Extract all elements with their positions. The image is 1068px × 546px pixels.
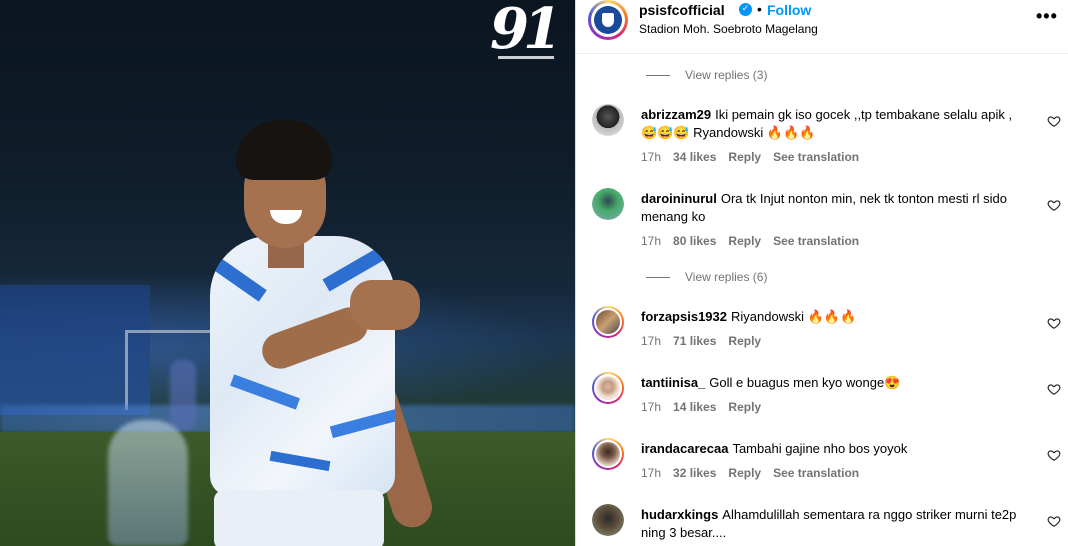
reply-button[interactable]: Reply xyxy=(728,334,761,348)
reply-button[interactable]: Reply xyxy=(728,234,761,248)
comment-likes[interactable]: 80 likes xyxy=(673,234,716,248)
comment-text: Riyandowski 🔥🔥🔥 xyxy=(731,309,857,324)
account-username[interactable]: psisfcofficial xyxy=(639,2,725,18)
comment-meta: 17h 71 likes Reply xyxy=(641,334,773,348)
separator: • xyxy=(757,1,762,17)
comment-username[interactable]: irandacarecaa xyxy=(641,441,728,456)
heart-outline-icon[interactable] xyxy=(1047,448,1061,462)
comment-meta: 17h 34 likes Reply See translation xyxy=(641,150,871,164)
comments-panel: psisfcofficial ✓ • Follow Stadion Moh. S… xyxy=(575,0,1068,546)
comment-likes[interactable]: 71 likes xyxy=(673,334,716,348)
comment-time[interactable]: 17h xyxy=(641,466,661,480)
commenter-avatar[interactable] xyxy=(592,372,624,404)
commenter-avatar[interactable] xyxy=(592,438,624,470)
watermark-mark: 91 xyxy=(490,0,562,62)
reply-button[interactable]: Reply xyxy=(728,400,761,414)
player-shorts xyxy=(214,490,384,546)
comment-time[interactable]: 17h xyxy=(641,234,661,248)
background-player xyxy=(170,360,196,430)
comment-username[interactable]: abrizzam29 xyxy=(641,107,711,122)
comment-time[interactable]: 17h xyxy=(641,334,661,348)
reply-line xyxy=(646,74,670,76)
post-header: psisfcofficial ✓ • Follow Stadion Moh. S… xyxy=(576,0,1068,54)
reply-line xyxy=(646,276,670,278)
comment-meta: 17h 14 likes Reply xyxy=(641,400,773,414)
comment-text: Tambahi gajine nho bos yoyok xyxy=(732,441,908,456)
commenter-avatar[interactable] xyxy=(592,188,624,220)
account-avatar[interactable] xyxy=(588,0,628,40)
comment-username[interactable]: tantiinisa_ xyxy=(641,375,705,390)
reply-button[interactable]: Reply xyxy=(728,466,761,480)
heart-outline-icon[interactable] xyxy=(1047,514,1061,528)
post-photo[interactable]: kubima 91 xyxy=(0,0,575,546)
see-translation-button[interactable]: See translation xyxy=(773,150,859,164)
club-logo-icon xyxy=(594,6,622,34)
comment-username[interactable]: hudarxkings xyxy=(641,507,718,522)
comment-time[interactable]: 17h xyxy=(641,400,661,414)
photographer-watermark-logo: 91 xyxy=(488,0,568,70)
follow-button[interactable]: Follow xyxy=(767,2,811,18)
comment-likes[interactable]: 14 likes xyxy=(673,400,716,414)
reply-button[interactable]: Reply xyxy=(728,150,761,164)
comment-username[interactable]: daroininurul xyxy=(641,191,717,206)
post-location[interactable]: Stadion Moh. Soebroto Magelang xyxy=(639,22,818,36)
heart-outline-icon[interactable] xyxy=(1047,198,1061,212)
heart-outline-icon[interactable] xyxy=(1047,382,1061,396)
more-options-icon[interactable]: ••• xyxy=(1036,6,1058,27)
view-replies-button[interactable]: View replies (3) xyxy=(646,66,767,84)
heart-outline-icon[interactable] xyxy=(1047,114,1061,128)
comment-likes[interactable]: 32 likes xyxy=(673,466,716,480)
verified-badge-icon: ✓ xyxy=(739,3,752,16)
celebrating-player: kubima xyxy=(200,120,500,546)
commenter-avatar[interactable] xyxy=(592,104,624,136)
comment-meta: 17h 32 likes Reply See translation xyxy=(641,466,871,480)
view-replies-label: View replies (6) xyxy=(685,270,768,284)
comment-meta: 17h 80 likes Reply See translation xyxy=(641,234,871,248)
player-jersey: kubima xyxy=(210,236,395,496)
watermark-underline xyxy=(498,56,554,59)
comment-likes[interactable]: 34 likes xyxy=(673,150,716,164)
commenter-avatar[interactable] xyxy=(592,306,624,338)
player-hair xyxy=(236,120,332,180)
see-translation-button[interactable]: See translation xyxy=(773,234,859,248)
view-replies-button[interactable]: View replies (6) xyxy=(646,268,767,286)
comment-username[interactable]: forzapsis1932 xyxy=(641,309,727,324)
comment-time[interactable]: 17h xyxy=(641,150,661,164)
see-translation-button[interactable]: See translation xyxy=(773,466,859,480)
heart-outline-icon[interactable] xyxy=(1047,316,1061,330)
comment-text: Goll e buagus men kyo wonge😍 xyxy=(709,375,901,390)
finger-heart-hands xyxy=(350,280,420,330)
view-replies-label: View replies (3) xyxy=(685,68,768,82)
commenter-avatar[interactable] xyxy=(592,504,624,536)
background-player xyxy=(108,420,188,546)
